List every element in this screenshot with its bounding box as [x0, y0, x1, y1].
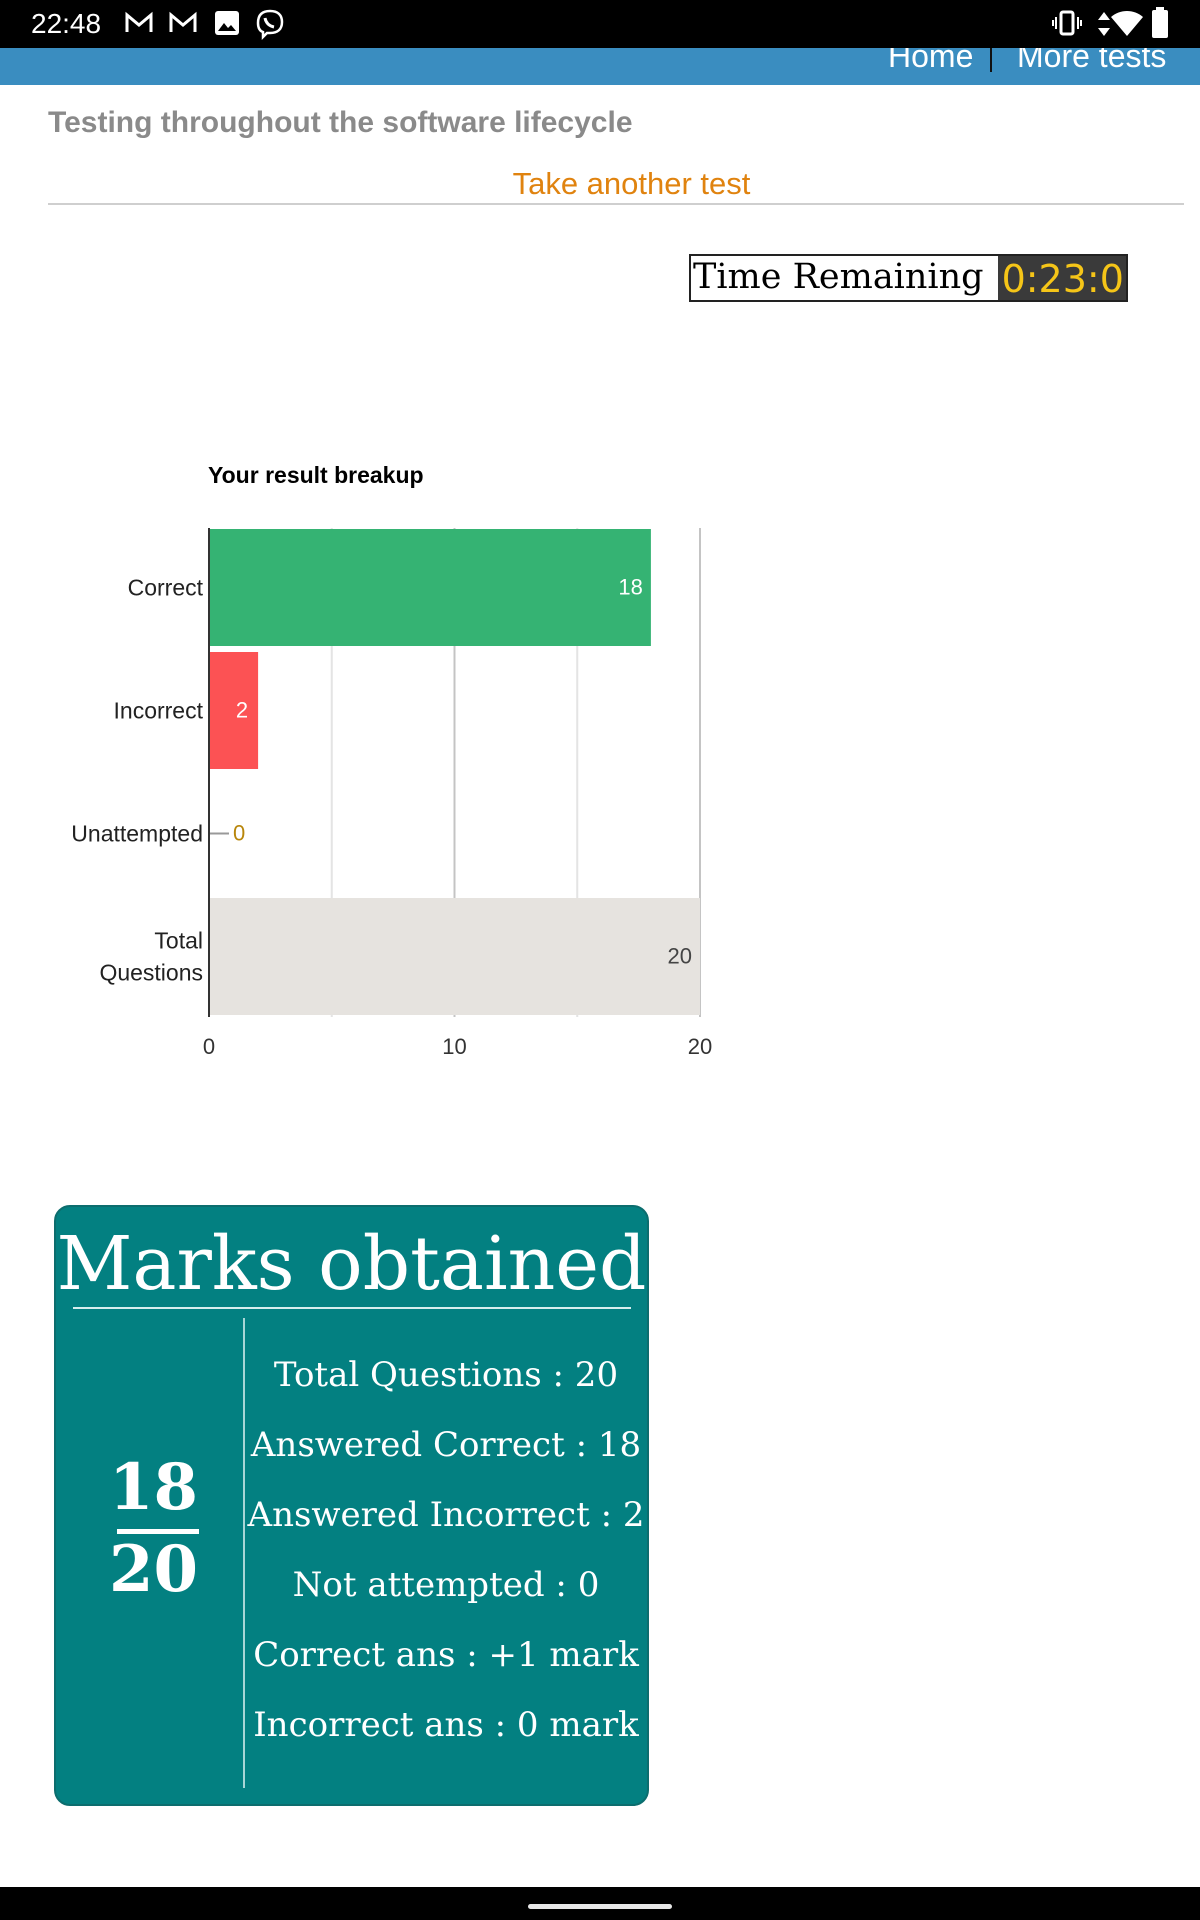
marks-card: Marks obtained 18 20 Total Questions : 2…: [54, 1205, 649, 1806]
chart-category-label-3: Questions: [99, 960, 203, 986]
stat-correct-mark: Correct ans : +1 mark: [253, 1635, 639, 1675]
score-total: 20: [108, 1532, 199, 1607]
stat-incorrect-mark: Incorrect ans : 0 mark: [253, 1705, 639, 1745]
marks-vertical-divider: [243, 1318, 245, 1788]
chart-tick-label-2: 20: [688, 1034, 712, 1059]
marks-title-divider: [73, 1307, 631, 1309]
chart-category-label-1: Incorrect: [114, 698, 204, 724]
result-breakup-chart: 18 Correct 2 Incorrect 0 Unattempted 20 Total Qu…: [71, 528, 712, 1059]
chart-tick-label-1: 10: [442, 1034, 466, 1059]
chart-data-label-0: 18: [618, 574, 642, 599]
stat-not-attempted: Not attempted : 0: [292, 1565, 600, 1605]
chart-data-label-1: 2: [236, 697, 248, 722]
system-nav-bar: [0, 1887, 1200, 1920]
chart-bar-3: [209, 898, 700, 1015]
stat-answered-incorrect: Answered Incorrect : 2: [247, 1495, 645, 1535]
chart-bar-1: [209, 652, 259, 769]
stat-answered-correct: Answered Correct : 18: [250, 1425, 642, 1465]
chart-category-label-2: Unattempted: [71, 821, 203, 847]
chart-data-label-3: 20: [668, 943, 692, 968]
marks-title: Marks obtained: [56, 1221, 647, 1307]
chart-category-label-3: Total: [154, 928, 203, 954]
chart-data-label-2: 0: [233, 820, 245, 845]
score-obtained: 18: [108, 1450, 199, 1525]
chart-bar-0: [209, 529, 651, 646]
chart-tick-label-0: 0: [203, 1034, 215, 1059]
home-gesture-pill[interactable]: [528, 1904, 672, 1909]
stat-total-questions: Total Questions : 20: [273, 1355, 619, 1395]
chart-category-label-0: Correct: [128, 575, 204, 601]
